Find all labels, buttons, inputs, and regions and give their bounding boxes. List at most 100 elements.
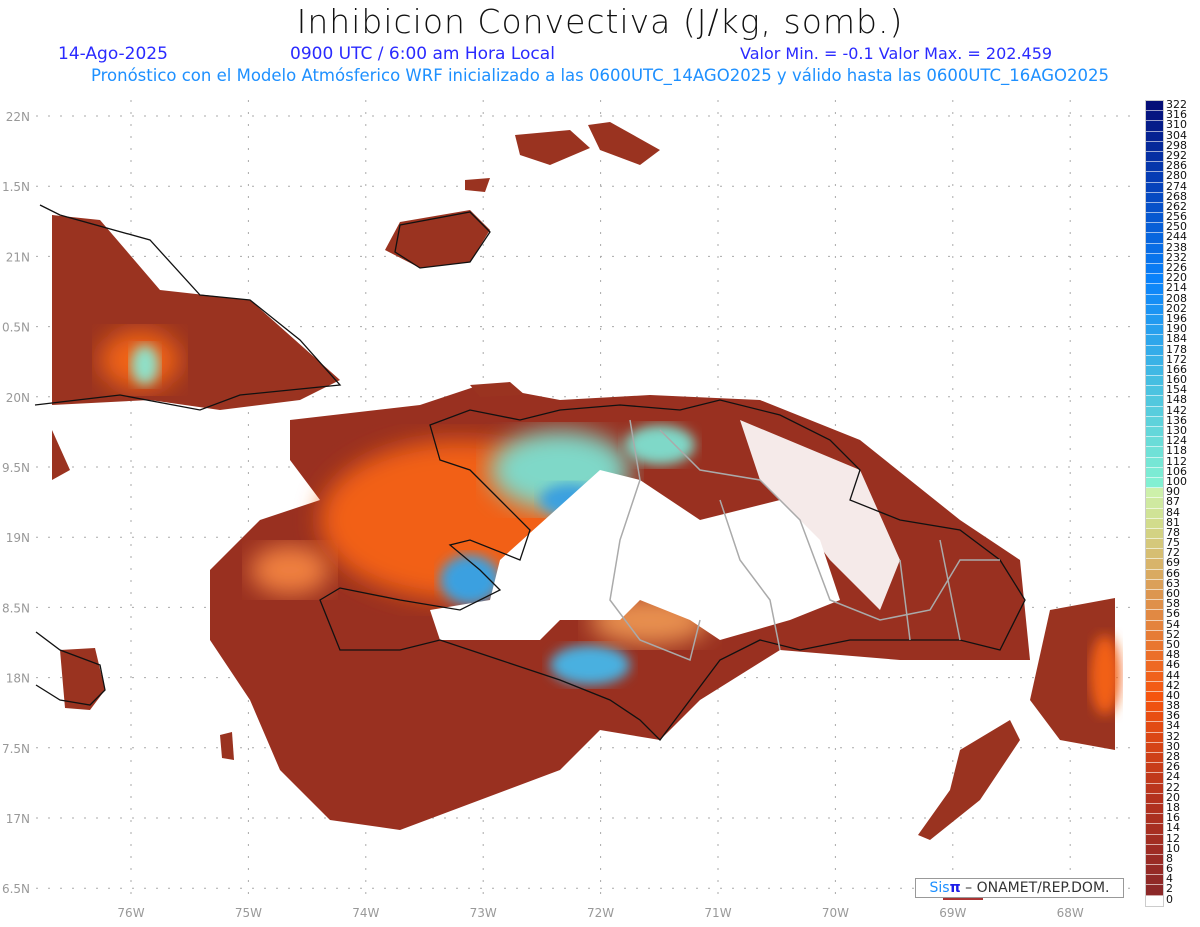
colorbar-cell — [1146, 182, 1163, 193]
colorbar-cell — [1146, 671, 1163, 682]
colorbar-cell — [1146, 732, 1163, 743]
colorbar-cell — [1146, 253, 1163, 264]
colorbar-cell — [1146, 803, 1163, 815]
colorbar-cell — [1146, 243, 1163, 254]
colorbar-label: 0 — [1166, 892, 1173, 906]
colorbar-cell — [1146, 447, 1163, 458]
colorbar-cell — [1146, 844, 1163, 855]
colorbar-cell — [1146, 793, 1163, 804]
colorbar-cell — [1146, 151, 1163, 163]
colorbar — [1145, 100, 1164, 907]
colorbar-cell — [1146, 284, 1163, 295]
colorbar-cell — [1146, 335, 1163, 346]
colorbar-cell — [1146, 213, 1163, 224]
lon-label: 76W — [117, 906, 144, 920]
colorbar-cell — [1146, 233, 1163, 244]
lon-label: 74W — [352, 906, 379, 920]
colorbar-cell — [1146, 202, 1163, 214]
colorbar-cell — [1146, 712, 1163, 723]
colorbar-cell — [1146, 630, 1163, 641]
colorbar-cell — [1146, 559, 1163, 570]
colorbar-cell — [1146, 539, 1163, 550]
sispi-logo-text: Sis — [929, 880, 950, 896]
colorbar-cell — [1146, 702, 1163, 713]
colorbar-cell — [1146, 854, 1163, 866]
colorbar-cell — [1146, 885, 1163, 896]
lon-label: 72W — [587, 906, 614, 920]
colorbar-cell — [1146, 345, 1163, 356]
colorbar-cell — [1146, 722, 1163, 733]
colorbar-cell — [1146, 141, 1163, 152]
lat-label: 20N — [6, 391, 30, 405]
colorbar-cell — [1146, 325, 1163, 336]
lat-label: 0.5N — [2, 321, 30, 335]
colorbar-cell — [1146, 579, 1163, 590]
lat-label: 9.5N — [2, 461, 30, 475]
colorbar-cell — [1146, 518, 1163, 529]
colorbar-cell — [1146, 661, 1163, 672]
colorbar-cell — [1146, 865, 1163, 876]
lon-label: 71W — [704, 906, 731, 920]
colorbar-cell — [1146, 488, 1163, 499]
colorbar-cell — [1146, 304, 1163, 315]
colorbar-cell — [1146, 416, 1163, 427]
colorbar-cell — [1146, 640, 1163, 652]
colorbar-labels: 322 316 310 304 298 292 286 280 274 268 262 256 250 2… — [1166, 99, 1200, 906]
colorbar-cell — [1146, 264, 1163, 275]
colorbar-cell — [1146, 569, 1163, 580]
colorbar-cell — [1146, 427, 1163, 438]
credit-box: Sisπ – ONAMET/REP.DOM. — [915, 878, 1124, 898]
colorbar-cell — [1146, 396, 1163, 407]
colorbar-cell — [1146, 753, 1163, 764]
colorbar-cell — [1146, 549, 1163, 560]
colorbar-cell — [1146, 651, 1163, 662]
colorbar-cell — [1146, 691, 1163, 703]
colorbar-cell — [1146, 895, 1163, 906]
colorbar-cell — [1146, 620, 1163, 631]
cin-field — [52, 122, 1120, 840]
colorbar-cell — [1146, 477, 1163, 489]
colorbar-cell — [1146, 610, 1163, 621]
colorbar-cell — [1146, 834, 1163, 845]
colorbar-cell — [1146, 406, 1163, 417]
credit-text: – ONAMET/REP.DOM. — [965, 880, 1110, 896]
lat-label: 8.5N — [2, 601, 30, 615]
lat-label: 19N — [6, 531, 30, 545]
colorbar-cell — [1146, 365, 1163, 377]
colorbar-cell — [1146, 192, 1163, 203]
colorbar-cell — [1146, 763, 1163, 774]
cin-map: 22N 1.5N 21N 0.5N 20N 9.5N 19N 8.5N 18N 7.5N 17N 6.… — [2, 100, 1135, 920]
colorbar-cell — [1146, 131, 1163, 142]
lat-label: 22N — [6, 110, 30, 124]
colorbar-cell — [1146, 111, 1163, 122]
logo-underline — [943, 898, 983, 900]
colorbar-cell — [1146, 314, 1163, 326]
lat-label: 6.5N — [2, 882, 30, 896]
colorbar-cell — [1146, 294, 1163, 305]
lat-label: 18N — [6, 672, 30, 686]
colorbar-cell — [1146, 824, 1163, 835]
colorbar-cell — [1146, 814, 1163, 825]
colorbar-cell — [1146, 437, 1163, 448]
lon-label: 68W — [1057, 906, 1084, 920]
colorbar-cell — [1146, 467, 1163, 478]
lon-label: 69W — [939, 906, 966, 920]
colorbar-cell — [1146, 498, 1163, 509]
colorbar-cell — [1146, 875, 1163, 886]
colorbar-cell — [1146, 773, 1163, 784]
colorbar-cell — [1146, 274, 1163, 285]
colorbar-cell — [1146, 121, 1163, 132]
colorbar-cell — [1146, 101, 1163, 112]
colorbar-cell — [1146, 528, 1163, 540]
colorbar-cell — [1146, 508, 1163, 519]
colorbar-cell — [1146, 742, 1163, 753]
colorbar-cell — [1146, 223, 1163, 234]
colorbar-cell — [1146, 172, 1163, 183]
colorbar-cell — [1146, 600, 1163, 611]
colorbar-cell — [1146, 386, 1163, 397]
pi-logo: π — [949, 880, 961, 896]
lat-label: 7.5N — [2, 742, 30, 756]
colorbar-cell — [1146, 162, 1163, 173]
lon-label: 73W — [470, 906, 497, 920]
lon-label: 75W — [235, 906, 262, 920]
